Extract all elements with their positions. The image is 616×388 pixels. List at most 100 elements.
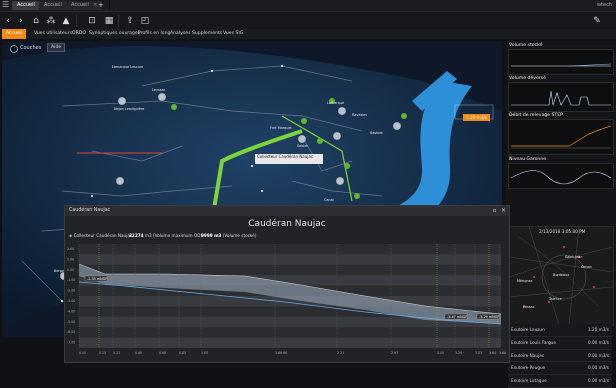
map-tooltip: Collecteur Caudéran Naujac [255, 154, 323, 164]
station-row[interactable]: Exutoire Naujac 0.00 m3/s [508, 349, 612, 363]
max-volume-value: 32274 [129, 233, 144, 238]
max-volume-desc: m3 (Volume maximum OD) [144, 233, 203, 238]
profile-x-tick: 3.24 [455, 351, 462, 355]
settings-wrench-icon[interactable]: ✎ [592, 16, 602, 26]
rate-badge: 1.20 m3/s [463, 114, 490, 121]
profile-x-tick: 0.15 [99, 351, 106, 355]
toolbar-divider [76, 15, 77, 27]
profile-popup: Caudéran Naujac ▫ × Caudéran Naujac ◈ Co… [64, 205, 510, 363]
profile-y-tick: -2.00 [67, 289, 75, 293]
station-name: Exutoire Peugue [511, 365, 546, 371]
report-icon[interactable]: ⊡ [87, 16, 97, 26]
map-label-leyssac: Leyssac [152, 88, 166, 92]
tab-label: Accueil [17, 2, 35, 8]
panel-title-volume-deverse: Volume déversé [509, 76, 546, 81]
profile-y-tick: -4.00 [67, 309, 75, 313]
profile-y-tick: 0.00 [67, 268, 74, 272]
profile-x-tick: 2.97 [391, 351, 398, 355]
forward-icon[interactable]: › [16, 16, 26, 26]
export-icon[interactable]: ⇪ [125, 16, 135, 26]
collecteur-info: ◈ Collecteur Caudéran Naujac [69, 233, 132, 238]
station-value: 0.00 m3/s [588, 378, 609, 384]
profile-band [79, 327, 501, 338]
map-label-sablet: Sablet [297, 144, 308, 148]
toolbar-divider [118, 15, 119, 27]
map-label-nejon: Nejon Lesdiguière [114, 107, 145, 111]
stored-volume-value: 9999 m3 [201, 233, 222, 238]
profile-title: Caudéran Naujac [248, 219, 326, 229]
nav-vues-utilisateurs[interactable]: Vues utilisateurs [34, 29, 72, 39]
popup-header-title: Caudéran Naujac [69, 208, 111, 213]
nav-synoptiques-ouvrages[interactable]: Synoptiques ouvrages [89, 29, 140, 39]
profile-y-tick: -1.00 [67, 278, 75, 282]
map-label-fort-marquet: Fort Marquet [270, 126, 292, 130]
toolbar: ‹ › ⌂ ⁂ ▲ ⊡ ▦ ⇪ ◰ ✎ [0, 12, 616, 29]
station-row[interactable]: Exutoire Lataque 0.00 m3/s [508, 375, 612, 388]
profile-y-tick: 1.00 [67, 257, 74, 261]
panel-title-volume-stocke: Volume stocké [509, 43, 543, 48]
station-value: 1.20 m3/s [588, 327, 609, 332]
profile-y-tick: -5.00 [67, 320, 75, 324]
weather-timestamp: 2/13/2018 3:05:00 PM [539, 229, 586, 234]
weather-label-merignac: Mérignac [517, 279, 533, 283]
weather-label-saint-jean: Saint-Jean [565, 255, 583, 259]
hamburger-menu-icon[interactable]: ☰ [2, 1, 10, 9]
station-row[interactable]: Exutoire Louis Fargue 0.00 m3/s [508, 336, 612, 350]
profile-x-tick: 1.00 [201, 351, 208, 355]
mini-chart-volume-deverse[interactable] [508, 82, 614, 112]
nav-profils-en-long[interactable]: Profils en long [138, 29, 170, 39]
profile-x-tick: 2.21 [337, 351, 344, 355]
weather-label-cenon: Cenon [581, 265, 592, 269]
new-tab-button[interactable]: + [93, 1, 110, 10]
level-badge-1-text: -2.35 mNGF [87, 277, 107, 281]
stored-volume-info: 9999 m3 (Volume stocké) [201, 233, 256, 238]
panel-title-niveau-garonne: Niveau Garonne [509, 157, 547, 162]
nav-analyses[interactable]: Analyses [170, 29, 190, 39]
profile-y-ticks: 2.00 1.00 0.00 -1.00 -2.00 -3.00 -4.00 -5.00 -6.… [67, 247, 75, 345]
tab-label: Accueil [71, 2, 89, 8]
collecteur-icon: ◈ [69, 233, 73, 238]
right-panel: Volume stocké Volume déversé Débit de re… [506, 41, 616, 388]
layers-label: Couches [20, 45, 42, 51]
close-icon[interactable]: × [500, 207, 507, 214]
nav-vues-sig[interactable]: Vues SIG [223, 29, 243, 39]
nav-supplements[interactable]: Supplements [192, 29, 222, 39]
profile-y-tick: 2.00 [67, 247, 74, 251]
table-icon[interactable]: ▦ [104, 16, 114, 26]
network-icon[interactable]: ⁂ [46, 16, 56, 26]
map-label-ravezies: Ravezies [352, 113, 368, 117]
profile-band [79, 244, 501, 255]
navigation-bar: Accueil Vues utilisateurs ORDO Synoptiqu… [0, 29, 616, 39]
home-icon[interactable]: ⌂ [31, 16, 41, 26]
profile-x-tick: 3.53 [475, 351, 482, 355]
weather-label-pessac: Pessac [523, 305, 535, 309]
station-name: Exutoire Naujac [511, 352, 545, 358]
long-profile-chart[interactable]: 2.00 1.00 0.00 -1.00 -2.00 -3.00 -4.00 -5.00 -6.… [65, 244, 509, 360]
station-name: Exutoire Louis Fargue [511, 339, 556, 345]
back-icon[interactable]: ‹ [3, 16, 13, 26]
nav-ordo[interactable]: ORDO [72, 29, 86, 39]
station-row[interactable]: Exutoire Peugue 0.00 m3/s [508, 362, 612, 376]
alarm-bell-icon[interactable]: ▲ [61, 16, 71, 26]
profile-y-tick: -6.00 [67, 330, 75, 334]
profile-x-tick: 0.00 [79, 351, 86, 355]
mini-chart-niveau-garonne[interactable] [508, 163, 614, 189]
mini-chart-volume-stocke[interactable] [508, 49, 614, 75]
stored-volume-desc: (Volume stocké) [222, 233, 257, 238]
mini-chart-debit-relevage[interactable] [508, 119, 614, 155]
view-icon[interactable]: ◰ [140, 16, 150, 26]
profile-x-tick: 0.85 [179, 351, 186, 355]
help-button[interactable]: Aide [47, 43, 66, 52]
nav-accueil[interactable]: Accueil [2, 29, 27, 39]
weather-radar-map[interactable]: 2/13/2018 3:05:00 PM Bordeaux Talence Ce… [508, 226, 614, 326]
profile-band [79, 337, 501, 348]
station-value: 0.00 m3/s [588, 339, 609, 345]
map-label-bastide: Bastide [370, 131, 383, 135]
panel-title-debit-relevage: Débit de relevage STEP [509, 113, 563, 118]
station-table: Exutoire Lauzun 1.20 m3/s Exutoire Louis … [508, 324, 612, 388]
profile-x-tick: 0.66 [159, 351, 166, 355]
maximize-icon[interactable]: ▫ [491, 207, 498, 214]
level-badge-3-text: -3.29 mNGF [479, 315, 499, 319]
profile-x-tick: 3.66 [499, 351, 506, 355]
station-row[interactable]: Exutoire Lauzun 1.20 m3/s [508, 324, 612, 337]
